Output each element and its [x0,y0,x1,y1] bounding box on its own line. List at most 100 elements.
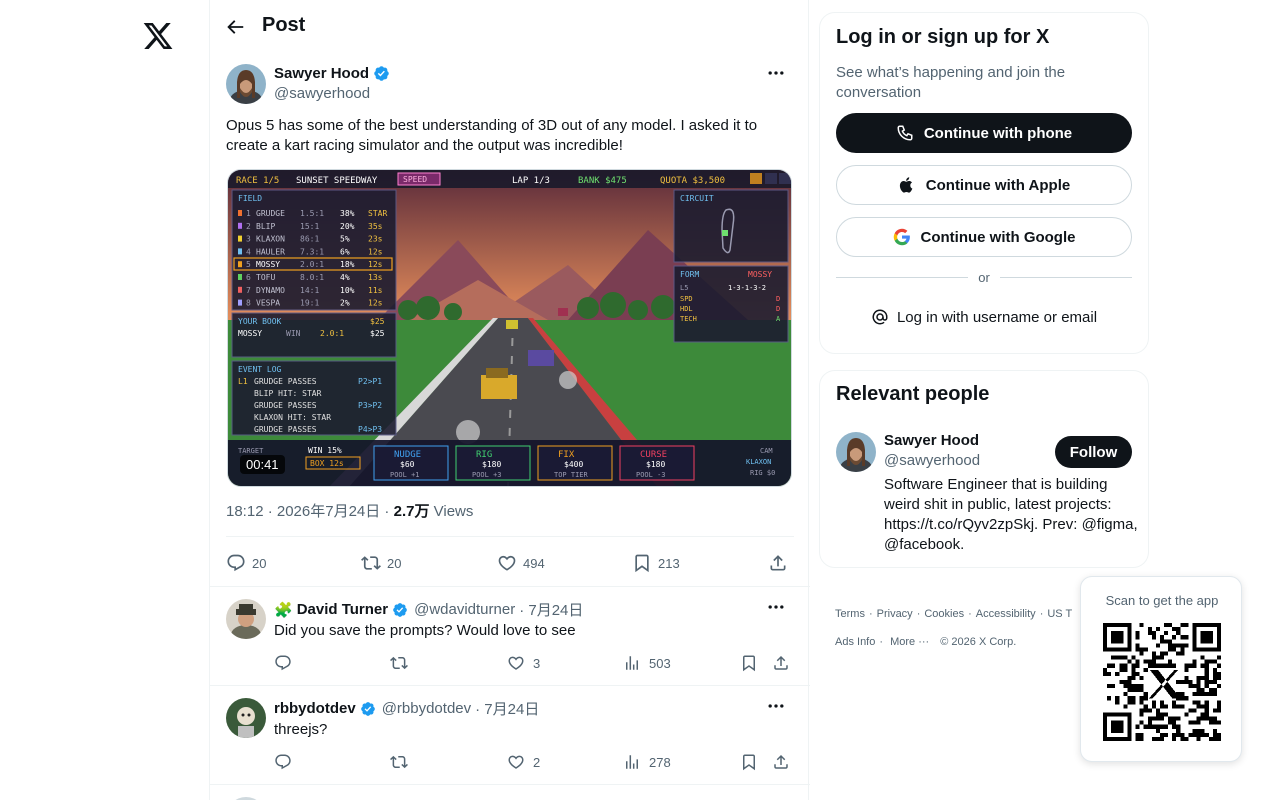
qr-module [1135,671,1140,676]
qr-module [1196,704,1201,709]
more-options-icon[interactable] [766,63,786,83]
follow-button[interactable]: Follow [1055,436,1132,468]
qr-module [1151,659,1156,664]
share-button[interactable] [772,753,790,771]
reply-item[interactable]: 🧩 David Turner @wdavidturner · 7月24日 Did… [210,586,810,685]
primary-column: Post Sawyer Hood @sawyerhood Opus 5 has … [209,0,810,800]
avatar[interactable] [226,599,266,639]
hud-lap: LAP 1/3 [512,176,550,186]
login-username-link[interactable]: Log in with username or email [836,305,1132,329]
qr-module [1135,688,1140,693]
share-button[interactable] [772,654,790,672]
reply-author[interactable]: rbbydotdev @rbbydotdev · 7月24日 [274,698,539,719]
footer-link[interactable]: Terms [835,608,865,620]
qr-module [1168,639,1173,644]
footer-link-ads[interactable]: Ads Info [835,636,875,648]
reply-text: Did you save the prompts? Would love to … [274,622,576,639]
person-name[interactable]: Sawyer Hood [884,432,979,449]
reply-author[interactable]: 🧩 David Turner @wdavidturner · 7月24日 [274,599,583,620]
reply-button[interactable] [274,654,292,672]
form-stat-key: TECH [680,315,697,323]
qr-code [1103,623,1221,741]
log-row-position: P4>P3 [358,425,382,434]
log-row-lap: L1 [238,377,248,386]
qr-module [1107,671,1112,676]
qr-module [1151,635,1156,640]
footer-link[interactable]: Accessibility [976,608,1036,620]
field-row-tag: 12s [368,299,383,308]
footer-link-more[interactable]: More ··· [890,636,929,648]
qr-module [1159,724,1165,729]
qr-module [1123,655,1128,660]
avatar[interactable] [226,698,266,738]
qr-module [1159,655,1165,660]
continue-with-google-button[interactable]: Continue with Google [836,217,1132,257]
qr-module [1176,716,1181,721]
qr-module [1123,692,1128,697]
continue-with-phone-button[interactable]: Continue with phone [836,113,1132,153]
qr-module [1192,692,1197,697]
cam-label: CAM [760,447,773,455]
reply-item[interactable] [210,784,810,800]
reply-date: · 7月24日 [475,701,540,718]
qr-module [1139,623,1144,628]
repost-button[interactable] [390,654,408,672]
like-button[interactable]: 3 [507,654,540,672]
qr-module [1192,659,1197,664]
qr-module [1196,684,1201,689]
author-name[interactable]: Sawyer Hood [274,65,390,82]
log-row-text: GRUDGE PASSES [254,425,317,434]
book-stake: $25 [370,329,385,338]
like-button[interactable]: 494 [497,553,545,573]
footer-link[interactable]: Privacy [877,608,913,620]
qr-module [1212,688,1217,693]
post-header: Post [210,0,810,53]
verified-badge-icon [360,701,376,717]
qr-module [1151,736,1156,741]
views-button[interactable]: 503 [623,654,671,672]
person-handle[interactable]: @sawyerhood [884,452,980,469]
more-options-icon[interactable] [766,696,786,716]
qr-module [1147,663,1152,668]
qr-module [1164,732,1169,737]
reply-button[interactable] [274,753,292,771]
hud-button-price: $400 [564,460,583,469]
repost-button[interactable]: 20 [361,553,401,573]
x-logo-icon[interactable] [142,20,174,52]
reply-item[interactable]: rbbydotdev @rbbydotdev · 7月24日 threejs? … [210,685,810,784]
post-video[interactable]: RACE 1/5 SUNSET SPEEDWAY SPEED LAP 1/3 B… [227,169,792,487]
qr-module [1184,667,1189,672]
like-button[interactable]: 2 [507,753,540,771]
more-options-icon[interactable] [766,597,786,617]
qr-module [1143,667,1148,672]
qr-module [1176,679,1181,685]
relevant-people-card: Relevant people Sawyer Hood @sawyerhood … [819,370,1149,568]
bookmark-button[interactable] [740,753,758,771]
qr-module [1155,655,1160,660]
qr-module [1119,655,1124,660]
continue-with-apple-button[interactable]: Continue with Apple [836,165,1132,205]
footer-link[interactable]: Cookies [924,608,964,620]
field-row-tag: 12s [368,247,383,256]
qr-module [1172,635,1177,640]
views-button[interactable]: 278 [623,753,671,771]
share-button[interactable] [768,553,788,573]
form-l5: L5 [680,284,688,292]
field-row-name: HAULER [256,247,285,256]
qr-module [1212,708,1217,713]
avatar[interactable] [226,64,266,104]
qr-module [1139,684,1144,689]
qr-module [1151,716,1156,721]
back-button[interactable] [224,13,246,41]
post-timestamp[interactable]: 18:12 · 2026年7月24日 · [226,503,389,520]
reply-button[interactable]: 20 [226,553,266,573]
qr-module [1192,700,1197,705]
author-handle[interactable]: @sawyerhood [274,85,370,102]
qr-module [1111,684,1116,689]
avatar[interactable] [836,432,876,472]
qr-module [1172,736,1177,741]
bookmark-button[interactable]: 213 [632,553,680,573]
footer-link[interactable]: US T [1047,608,1072,620]
repost-button[interactable] [390,753,408,771]
bookmark-button[interactable] [740,654,758,672]
